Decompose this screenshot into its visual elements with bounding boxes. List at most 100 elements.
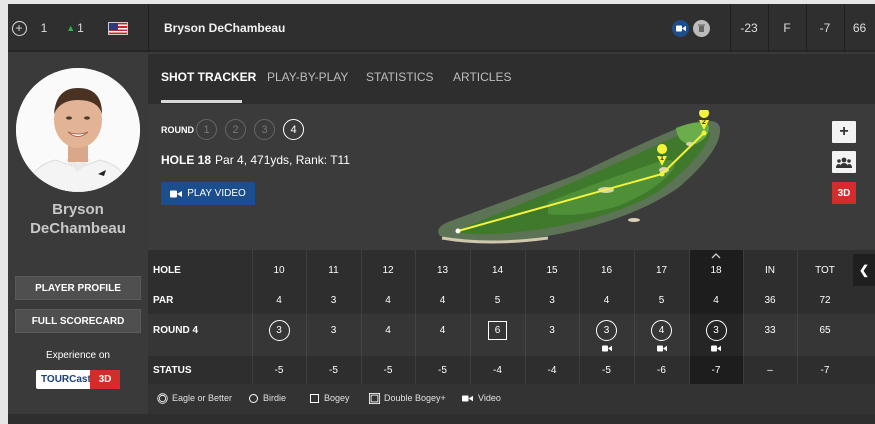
movement: ▲ 1: [60, 4, 90, 52]
status-cell: -6: [657, 364, 666, 376]
tab-bar: SHOT TRACKER PLAY-BY-PLAY STATISTICS ART…: [148, 54, 875, 104]
expand-button[interactable]: +: [8, 4, 30, 52]
group-icon: [836, 157, 852, 168]
status-cell: -4: [547, 364, 557, 376]
hole-18[interactable]: 18: [689, 254, 743, 286]
hole-header: HOLE: [153, 264, 181, 276]
status-cell: -5: [438, 364, 447, 376]
score-cell-birdie[interactable]: 3: [689, 314, 743, 356]
video-camera-icon[interactable]: [601, 345, 612, 352]
birdie-marker: 3: [596, 319, 617, 341]
tourcast-3d-button[interactable]: TOURCast 3D: [36, 370, 120, 389]
hole-10: 10: [273, 264, 285, 276]
par-label: PAR: [153, 294, 174, 306]
round-4-button[interactable]: 4: [283, 119, 304, 140]
player-first-name: Bryson: [52, 201, 104, 218]
round-2-button[interactable]: 2: [225, 119, 246, 140]
play-video-button[interactable]: PLAY VIDEO: [161, 182, 255, 205]
score-cell-bogey: 6: [470, 314, 525, 346]
hole-13: 13: [436, 264, 449, 276]
total-score: 66: [852, 21, 867, 35]
country-flag: [106, 4, 130, 52]
tourcast-label: TOURCast: [41, 374, 91, 385]
status-cell: -5: [329, 364, 338, 376]
status-in: –: [767, 364, 773, 376]
birdie-marker: 4: [651, 319, 672, 341]
today-score: -7: [819, 21, 831, 35]
round-1-button[interactable]: 1: [196, 119, 217, 140]
score-legend: Eagle or Better Birdie Bogey Double Boge…: [148, 384, 875, 414]
tab-statistics[interactable]: STATISTICS: [366, 70, 434, 84]
par-cell: 4: [713, 294, 719, 306]
round-in: 33: [764, 324, 776, 336]
video-camera-icon[interactable]: [711, 345, 721, 352]
group-button[interactable]: [832, 151, 856, 173]
legend-eagle: Eagle or Better: [158, 393, 232, 403]
legend-video: Video: [462, 393, 501, 403]
usa-flag-icon: [108, 21, 128, 35]
collapse-button[interactable]: ❮: [853, 254, 875, 286]
experience-label: Experience on: [46, 350, 110, 361]
score-cell: 3: [330, 324, 337, 336]
trash-icon[interactable]: [693, 19, 710, 37]
par-cell: 3: [330, 294, 337, 306]
app-frame: + 1 ▲ 1 Bryson DeChambeau -23 F -7 66 Br…: [8, 4, 875, 424]
score-cell-birdie[interactable]: 3: [252, 314, 306, 346]
hole-info: Par 4, 471yds, Rank: T11: [215, 153, 350, 167]
zoom-in-button[interactable]: +: [832, 121, 856, 143]
par-in: 36: [764, 294, 776, 306]
score-cell-birdie[interactable]: 3: [579, 314, 634, 356]
tab-play-by-play[interactable]: PLAY-BY-PLAY: [267, 70, 348, 84]
position: 1: [40, 21, 48, 35]
score-cell-birdie[interactable]: 4: [634, 314, 689, 356]
player-icons: [670, 4, 712, 52]
legend-double-bogey: Double Bogey+: [368, 392, 446, 404]
status-total: -7: [820, 364, 830, 376]
full-scorecard-button[interactable]: FULL SCORECARD: [15, 309, 141, 333]
hole-title: HOLE 18 Par 4, 471yds, Rank: T11: [161, 153, 350, 167]
legend-video-label: Video: [478, 393, 501, 403]
tab-articles[interactable]: ARTICLES: [453, 70, 511, 84]
bogey-marker: 6: [488, 320, 507, 340]
double-circle-icon: [158, 394, 167, 402]
svg-text:2: 2: [702, 119, 706, 126]
play-video-label: PLAY VIDEO: [187, 188, 246, 199]
hole-number: HOLE 18: [161, 153, 212, 167]
plus-icon: +: [839, 123, 849, 140]
player-profile-button[interactable]: PLAYER PROFILE: [15, 276, 141, 300]
hole-map[interactable]: 1 2: [428, 110, 738, 246]
tourcast-3d-label: 3D: [90, 370, 120, 389]
movement-value: 1: [77, 21, 84, 35]
hole-17: 17: [655, 264, 668, 276]
video-camera-icon: [462, 395, 473, 401]
plus-circle-icon: +: [11, 20, 27, 36]
hole-11: 11: [328, 264, 339, 276]
status-cell: -5: [383, 364, 393, 376]
square-icon: [310, 393, 319, 403]
round-3-button[interactable]: 3: [254, 119, 275, 140]
video-camera-icon[interactable]: [672, 19, 689, 37]
par-cell: 4: [439, 294, 446, 306]
player-display-name: Bryson DeChambeau: [8, 200, 148, 238]
hole-15: 15: [546, 264, 558, 276]
active-tab-indicator: [161, 100, 242, 103]
video-camera-icon[interactable]: [656, 345, 667, 352]
birdie-marker: 3: [268, 319, 290, 341]
status-row: STATUS -5 -5 -5 -5 -4 -4 -5 -6 -7 – -7: [148, 356, 875, 384]
legend-birdie: Birdie: [249, 393, 286, 403]
to-par: -23: [740, 21, 758, 35]
status-cell: -7: [711, 364, 721, 376]
score-cell: 3: [549, 324, 555, 336]
3d-view-button[interactable]: 3D: [832, 182, 856, 204]
par-cell: 4: [276, 294, 282, 306]
player-name[interactable]: Bryson DeChambeau: [164, 4, 285, 52]
player-row-header[interactable]: + 1 ▲ 1 Bryson DeChambeau -23 F -7 66: [8, 4, 875, 52]
hole-12: 12: [382, 264, 394, 276]
tab-shot-tracker[interactable]: SHOT TRACKER: [161, 70, 256, 84]
hole-16: 16: [600, 264, 613, 276]
round-row: ROUND 4 3 3 4 4 6 3 3 4 3 33 65: [148, 314, 875, 356]
avatar: [16, 68, 140, 192]
par-row: PAR 4 3 4 4 5 3 4 5 4 36 72: [148, 286, 875, 314]
round-label: ROUND: [161, 125, 194, 135]
scorecard: HOLE 10 11 12 13 14 15 16 17 18 IN TOT ❮…: [148, 250, 875, 384]
